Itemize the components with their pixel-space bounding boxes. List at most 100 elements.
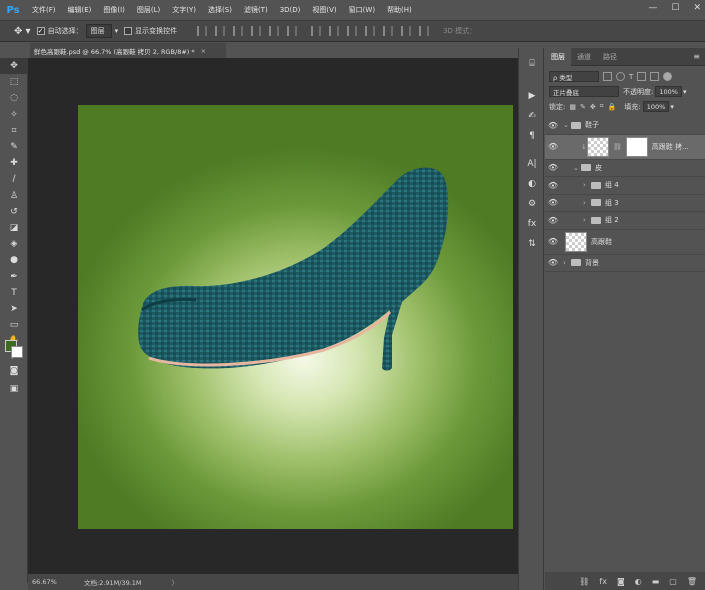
move-tool-icon[interactable]: ✥ xyxy=(0,58,28,75)
add-mask-icon[interactable]: ◙ xyxy=(617,577,625,586)
visibility-eye-icon[interactable]: 👁 xyxy=(545,216,561,225)
visibility-eye-icon[interactable]: 👁 xyxy=(545,121,561,130)
chevron-right-icon[interactable]: › xyxy=(583,216,591,224)
document-canvas[interactable] xyxy=(78,105,513,529)
quick-mask-icon[interactable]: ◙ xyxy=(0,363,28,379)
brush-panel-icon[interactable]: ✍ xyxy=(519,106,545,126)
visibility-eye-icon[interactable]: 👁 xyxy=(545,163,561,172)
lasso-tool-icon[interactable]: ◌ xyxy=(0,90,28,106)
layer-style-icon[interactable]: fx xyxy=(599,577,607,586)
visibility-eye-icon[interactable]: 👁 xyxy=(545,142,561,151)
opacity-input[interactable]: 100% xyxy=(655,86,682,97)
visibility-eye-icon[interactable]: 👁 xyxy=(545,198,561,207)
menu-filter[interactable]: 滤镜(T) xyxy=(238,5,274,15)
pen-tool-icon[interactable]: ✒ xyxy=(0,268,28,284)
crop-tool-icon[interactable]: ⌗ xyxy=(0,123,28,139)
distribute-hcenter-icon[interactable] xyxy=(383,26,394,36)
chevron-down-icon[interactable]: ▾ xyxy=(683,88,687,96)
menu-view[interactable]: 视图(V) xyxy=(306,5,342,15)
distribute-right-icon[interactable] xyxy=(401,26,412,36)
lock-transparency-icon[interactable]: ▦ xyxy=(569,103,576,111)
lock-pixels-icon[interactable]: ✎ xyxy=(580,103,586,111)
status-menu-arrow-icon[interactable]: 〉 xyxy=(172,577,179,587)
maximize-button[interactable]: ☐ xyxy=(671,3,679,13)
auto-select-checkbox[interactable]: ✓ xyxy=(36,27,45,35)
distribute-left-icon[interactable] xyxy=(365,26,376,36)
new-group-icon[interactable]: ▬ xyxy=(652,577,660,586)
document-tab[interactable]: 鲜色高跟鞋.psd @ 66.7% (高跟鞋 拷贝 2, RGB/8#) * × xyxy=(30,43,226,58)
lock-artboard-icon[interactable]: ⌗ xyxy=(600,102,604,111)
menu-type[interactable]: 文字(Y) xyxy=(166,5,202,15)
auto-select-dropdown[interactable]: 图层 xyxy=(85,24,112,38)
healing-brush-icon[interactable]: ✚ xyxy=(0,155,28,171)
menu-3d[interactable]: 3D(D) xyxy=(274,6,307,14)
layer-row-shoes-group[interactable]: 👁 ⌄ 鞋子 xyxy=(545,117,705,135)
layer-thumbnail[interactable] xyxy=(565,231,587,252)
move-tool-preset-icon[interactable]: ✥ ▾ xyxy=(14,26,31,37)
layer-row-background-group[interactable]: 👁 › 背景 xyxy=(545,255,705,272)
align-right-icon[interactable] xyxy=(287,26,298,36)
chevron-right-icon[interactable]: › xyxy=(563,259,571,267)
layer-kind-filter[interactable]: ρ 类型 xyxy=(549,71,599,82)
history-panel-icon[interactable]: ⌸ xyxy=(519,54,545,74)
actions-panel-icon[interactable]: ▶ xyxy=(519,86,545,106)
tab-channels[interactable]: 通道 xyxy=(571,48,597,66)
adjustments-panel-icon[interactable]: ◐ xyxy=(519,174,545,194)
delete-layer-icon[interactable]: 🗑 xyxy=(687,577,697,586)
visibility-eye-icon[interactable]: 👁 xyxy=(545,237,561,246)
link-chain-icon[interactable]: ⛓ xyxy=(613,143,622,151)
brush-tool-icon[interactable]: ∕ xyxy=(0,171,28,187)
panel-menu-icon[interactable]: ≡ xyxy=(693,52,700,61)
layer-row-group-4[interactable]: 👁 › 组 4 xyxy=(545,177,705,195)
magic-wand-icon[interactable]: ✧ xyxy=(0,107,28,123)
smart-object-filter-icon[interactable] xyxy=(650,72,660,81)
visibility-eye-icon[interactable]: 👁 xyxy=(545,258,561,267)
filter-toggle-icon[interactable] xyxy=(663,72,673,81)
background-color[interactable] xyxy=(11,346,23,358)
character-panel-icon[interactable]: A| xyxy=(519,154,545,174)
eraser-tool-icon[interactable]: ◪ xyxy=(0,220,28,236)
layer-row-leather-group[interactable]: 👁 ⌄ 皮 xyxy=(545,160,705,177)
distribute-top-icon[interactable] xyxy=(311,26,322,36)
eyedropper-tool-icon[interactable]: ✎ xyxy=(0,139,28,155)
link-layers-icon[interactable]: ⛓ xyxy=(579,577,589,586)
close-window-button[interactable]: ✕ xyxy=(693,3,701,13)
layer-row-group-2[interactable]: 👁 › 组 2 xyxy=(545,212,705,230)
chevron-right-icon[interactable]: › xyxy=(583,181,591,189)
timeline-panel-icon[interactable]: ⇅ xyxy=(519,234,545,254)
info-panel-icon[interactable]: fx xyxy=(519,214,545,234)
distribute-bottom-icon[interactable] xyxy=(347,26,358,36)
tab-layers[interactable]: 图层 xyxy=(545,47,571,66)
type-tool-icon[interactable]: T xyxy=(0,285,28,301)
chevron-right-icon[interactable]: › xyxy=(583,199,591,207)
zoom-level[interactable]: 66.67% xyxy=(32,578,72,586)
menu-image[interactable]: 图像(I) xyxy=(97,5,131,15)
layer-row-heel-copy[interactable]: 👁 ↓ ⛓ 高跟鞋 拷... xyxy=(545,134,705,160)
pixel-filter-icon[interactable] xyxy=(603,72,612,81)
layer-row-group-3[interactable]: 👁 › 组 3 xyxy=(545,195,705,212)
chevron-down-icon[interactable]: ⌄ xyxy=(573,164,581,172)
minimize-button[interactable]: — xyxy=(648,3,657,13)
new-layer-icon[interactable]: ▢ xyxy=(669,577,677,586)
shape-tool-icon[interactable]: ▭ xyxy=(0,317,28,333)
align-vcenter-icon[interactable] xyxy=(215,26,226,36)
align-bottom-icon[interactable] xyxy=(233,26,244,36)
lock-position-icon[interactable]: ✥ xyxy=(590,103,596,111)
align-hcenter-icon[interactable] xyxy=(269,26,280,36)
screen-mode-icon[interactable]: ▣ xyxy=(0,381,28,397)
visibility-eye-icon[interactable]: 👁 xyxy=(545,181,561,190)
marquee-tool-icon[interactable]: ⬚ xyxy=(0,74,28,90)
close-document-icon[interactable]: × xyxy=(201,47,206,55)
layer-thumbnail[interactable] xyxy=(586,136,609,157)
menu-window[interactable]: 窗口(W) xyxy=(343,5,381,15)
chevron-down-icon[interactable]: ▾ xyxy=(670,103,674,111)
menu-edit[interactable]: 编辑(E) xyxy=(62,5,98,15)
layer-row-heel[interactable]: 👁 高跟鞋 xyxy=(545,230,705,255)
auto-align-icon[interactable] xyxy=(419,26,430,36)
adjustment-layer-icon[interactable]: ◐ xyxy=(635,577,642,586)
menu-file[interactable]: 文件(F) xyxy=(26,5,62,15)
align-left-icon[interactable] xyxy=(251,26,262,36)
menu-select[interactable]: 选择(S) xyxy=(202,5,238,15)
menu-help[interactable]: 帮助(H) xyxy=(381,5,418,15)
tab-paths[interactable]: 路径 xyxy=(597,48,623,66)
